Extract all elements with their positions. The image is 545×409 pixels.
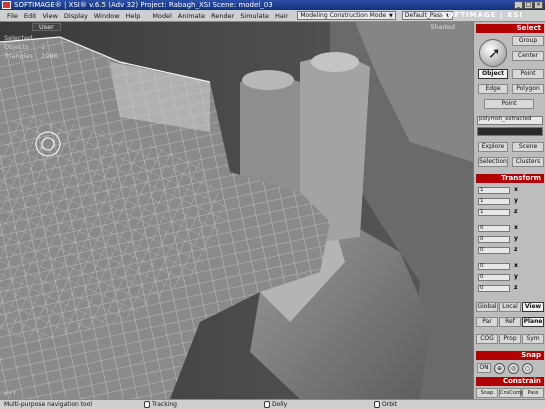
scale-x-field[interactable]: 1	[478, 187, 510, 194]
rotate-y-label: y	[514, 235, 518, 242]
menu-edit[interactable]: Edit	[21, 12, 40, 20]
rotate-z-field[interactable]: 0	[478, 247, 510, 254]
selection-name-field[interactable]: polymsh_extracted	[477, 116, 543, 125]
pillar-left-cap	[242, 70, 294, 90]
construction-mode-value: Modeling Construction Mode	[300, 12, 387, 19]
maximize-button[interactable]: □	[524, 1, 533, 9]
status-middle-button-hint: Dolly	[272, 401, 288, 408]
cnscomp-button[interactable]: CnsComp	[499, 388, 524, 398]
select-header: Select	[476, 24, 544, 33]
axis-indicator: x+Y	[4, 390, 17, 397]
cog-button[interactable]: COG	[476, 334, 498, 344]
3d-viewport[interactable]: User Shaded Selected Objects 1 Triangles…	[0, 22, 473, 399]
title-bar: SOFTIMAGE® | XSI® v.6.5 (Adv 32) Project…	[0, 0, 545, 10]
translate-z-label: z	[514, 284, 518, 291]
window-controls: _ □ ×	[514, 1, 543, 9]
camera-menu[interactable]: User	[32, 23, 61, 31]
local-button[interactable]: Local	[499, 302, 521, 312]
snap-grid-icon[interactable]: ⊕	[494, 363, 505, 374]
center-button[interactable]: Center	[512, 51, 544, 61]
pass-value: Default_Pass	[404, 12, 444, 19]
snap-point-icon[interactable]: ◎	[508, 363, 519, 374]
close-button[interactable]: ×	[534, 1, 543, 9]
explore-button[interactable]: Explore	[478, 142, 508, 152]
transform-header: Transform	[476, 174, 544, 183]
translate-y-label: y	[514, 273, 518, 280]
selection-stats: Selected Objects 1 Triangles 1986	[4, 34, 58, 60]
translate-x-field[interactable]: 0	[478, 263, 510, 270]
translate-y-field[interactable]: 0	[478, 274, 510, 281]
menu-help[interactable]: Help	[123, 12, 144, 20]
rotate-x-field[interactable]: 0	[478, 225, 510, 232]
scene-button[interactable]: Scene	[512, 142, 544, 152]
status-right-button-hint: Orbit	[382, 401, 398, 408]
app-logo: SOFTIMAGE | XSI	[441, 11, 523, 19]
selection-filter-field[interactable]	[477, 127, 543, 136]
select-tool-button[interactable]: ➚	[479, 39, 507, 67]
global-button[interactable]: Global	[476, 302, 498, 312]
scale-y-label: y	[514, 197, 518, 204]
rotate-y-field[interactable]: 0	[478, 236, 510, 243]
menu-render[interactable]: Render	[208, 12, 237, 20]
snap-bottom-button[interactable]: Snap	[476, 388, 498, 398]
prop-button[interactable]: Prop	[499, 334, 521, 344]
selection-button[interactable]: Selection	[478, 157, 508, 167]
status-left-button-hint: Tracking	[152, 401, 177, 408]
chevron-down-icon: ▼	[389, 12, 393, 19]
polygon-button[interactable]: Polygon	[512, 84, 544, 94]
menu-display[interactable]: Display	[61, 12, 91, 20]
menu-simulate[interactable]: Simulate	[237, 12, 272, 20]
scale-y-field[interactable]: 1	[478, 198, 510, 205]
constrain-header: Constrain	[476, 377, 544, 386]
object-button[interactable]: Object	[478, 69, 508, 79]
menu-hair[interactable]: Hair	[272, 12, 291, 20]
left-mouse-icon	[144, 401, 150, 408]
pass-button[interactable]: Pass	[522, 388, 544, 398]
shading-menu[interactable]: Shaded	[431, 23, 455, 31]
status-bar: Multi-purpose navigation tool Tracking D…	[0, 399, 545, 409]
snap-curve-icon[interactable]: ○	[522, 363, 533, 374]
main-command-panel: Select ➚ Group Center Object Point Edge …	[473, 22, 545, 399]
window-title: SOFTIMAGE® | XSI® v.6.5 (Adv 32) Project…	[14, 1, 273, 9]
app-icon	[2, 1, 11, 9]
right-mouse-icon	[374, 401, 380, 408]
scale-x-label: x	[514, 186, 518, 193]
rotate-x-label: x	[514, 224, 518, 231]
scale-z-field[interactable]: 1	[478, 209, 510, 216]
view-button[interactable]: View	[522, 302, 544, 312]
translate-x-label: x	[514, 262, 518, 269]
viewport-render	[0, 22, 473, 399]
middle-mouse-icon	[264, 401, 270, 408]
snap-header: Snap	[476, 351, 544, 360]
menu-view[interactable]: View	[39, 12, 60, 20]
construction-mode-select[interactable]: Modeling Construction Mode ▼	[297, 11, 396, 20]
menu-animate[interactable]: Animate	[175, 12, 208, 20]
menu-file[interactable]: File	[4, 12, 21, 20]
rotate-z-label: z	[514, 246, 518, 253]
par-button[interactable]: Par	[476, 317, 498, 327]
point-button[interactable]: Point	[484, 99, 534, 109]
arrow-cursor-icon: ➚	[488, 44, 501, 62]
group-button[interactable]: Group	[512, 36, 544, 46]
viewport-header: User	[0, 22, 473, 32]
ref-button[interactable]: Ref	[499, 317, 521, 327]
plane-button[interactable]: Plane	[522, 317, 544, 327]
sym-button[interactable]: Sym	[522, 334, 544, 344]
scale-z-label: z	[514, 208, 518, 215]
point-top-button[interactable]: Point	[512, 69, 544, 79]
clusters-button[interactable]: Clusters	[512, 157, 544, 167]
edge-button[interactable]: Edge	[478, 84, 508, 94]
status-message: Multi-purpose navigation tool	[4, 401, 93, 408]
minimize-button[interactable]: _	[514, 1, 523, 9]
pillar-right-cap	[311, 52, 359, 72]
translate-z-field[interactable]: 0	[478, 285, 510, 292]
snap-on-button[interactable]: ON	[477, 363, 491, 373]
menu-model[interactable]: Model	[149, 12, 175, 20]
menu-window[interactable]: Window	[91, 12, 123, 20]
